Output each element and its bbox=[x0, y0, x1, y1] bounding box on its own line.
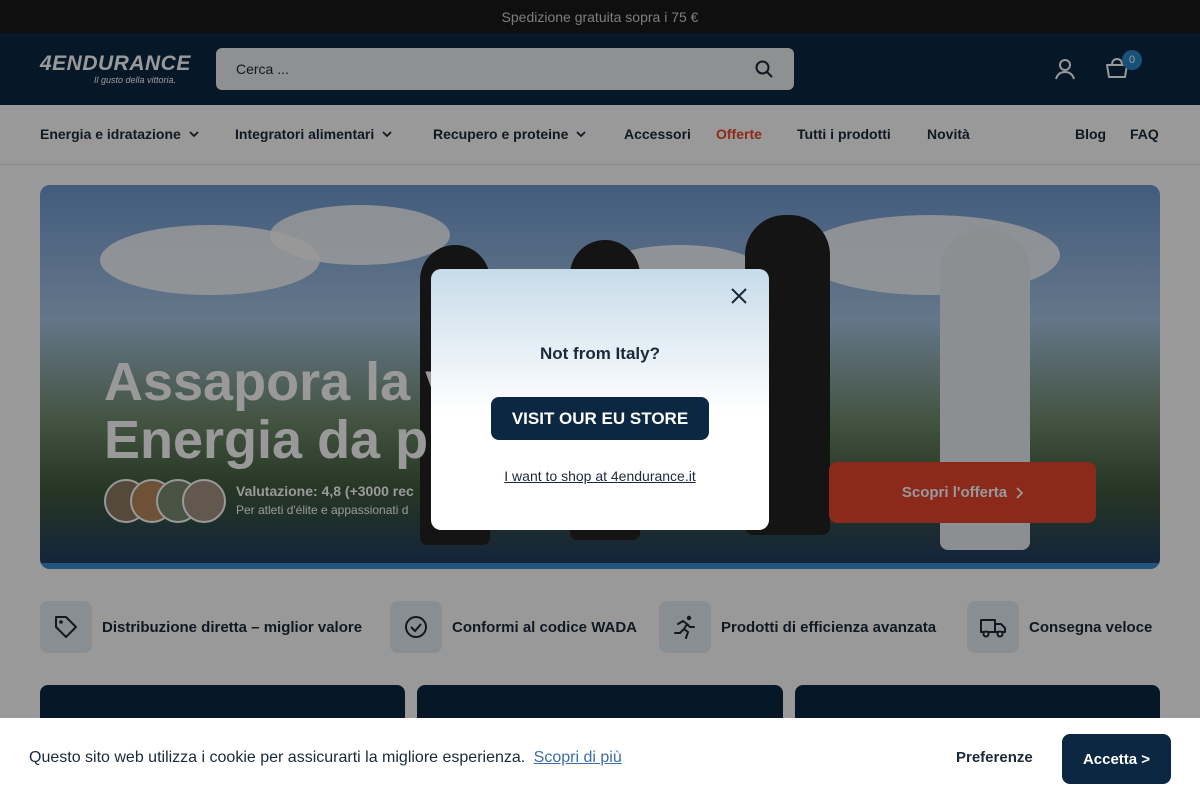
visit-eu-store-button[interactable]: VISIT OUR EU STORE bbox=[491, 397, 709, 440]
shop-italy-link[interactable]: I want to shop at 4endurance.it bbox=[431, 468, 769, 484]
cookie-message: Questo sito web utilizza i cookie per as… bbox=[29, 749, 622, 767]
cookie-banner: Questo sito web utilizza i cookie per as… bbox=[0, 718, 1200, 800]
cookie-learn-more-link[interactable]: Scopri di più bbox=[534, 749, 622, 766]
cookie-accept-button[interactable]: Accetta > bbox=[1062, 734, 1171, 784]
store-selector-modal: Not from Italy? VISIT OUR EU STORE I wan… bbox=[431, 269, 769, 530]
modal-title: Not from Italy? bbox=[540, 344, 660, 363]
close-icon bbox=[731, 288, 747, 304]
modal-close-button[interactable] bbox=[728, 285, 750, 307]
cookie-text: Questo sito web utilizza i cookie per as… bbox=[29, 749, 526, 766]
cookie-preferences-button[interactable]: Preferenze bbox=[956, 749, 1033, 766]
